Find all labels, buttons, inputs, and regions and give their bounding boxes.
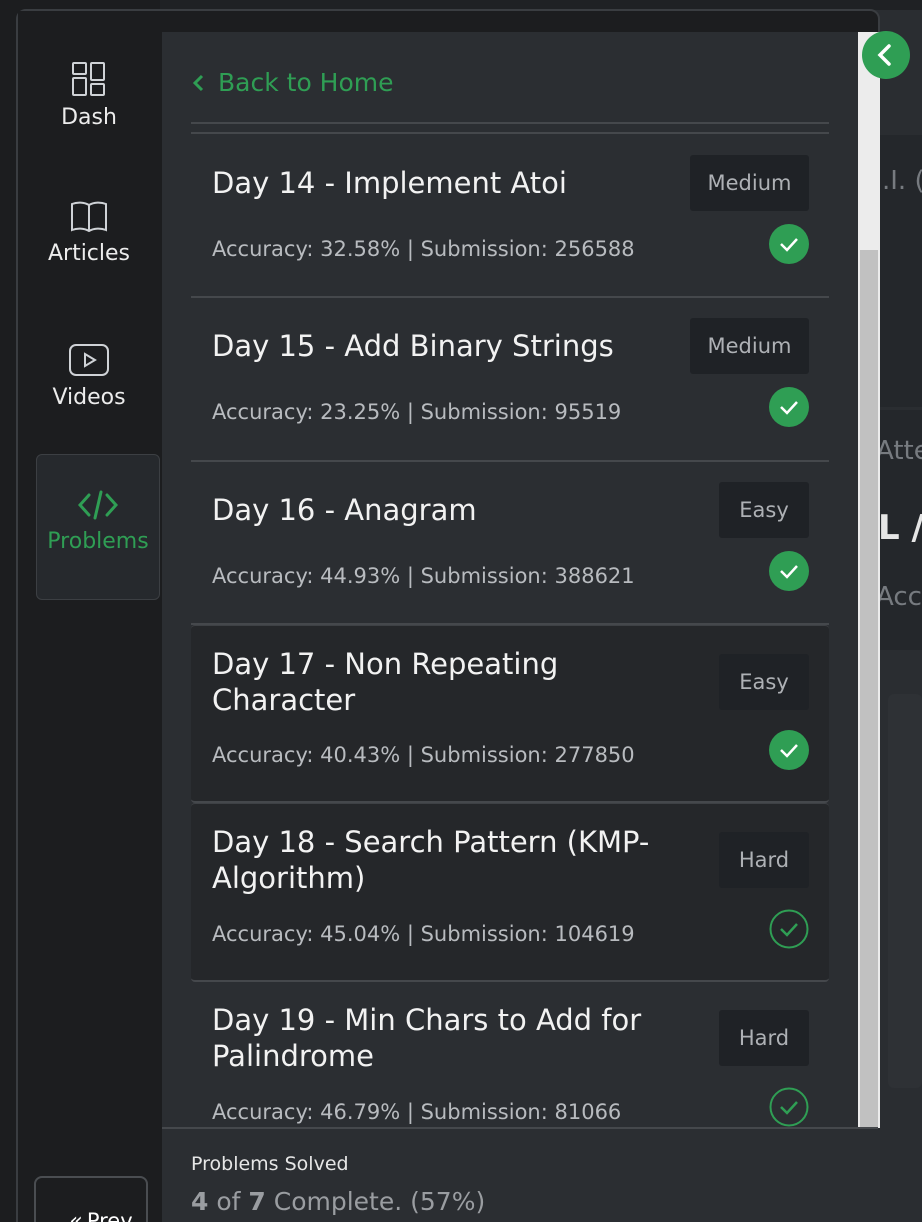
difficulty-badge: Medium (690, 155, 809, 211)
difficulty-badge: Medium (690, 318, 809, 374)
prev-button[interactable]: «Prev (34, 1176, 148, 1222)
collapse-button[interactable] (862, 31, 910, 79)
code-icon (78, 490, 118, 520)
prev-label: Prev (86, 1208, 133, 1222)
background-text: .I. ( (882, 166, 922, 196)
difficulty-badge: Easy (719, 654, 809, 710)
problem-item[interactable]: Day 16 - Anagram Easy Accuracy: 44.93% |… (191, 462, 829, 625)
side-nav: Dash Articles Videos Problems «Prev (18, 11, 160, 1222)
background-text: Accu (876, 582, 922, 612)
check-outline-icon (769, 1087, 809, 1127)
dashboard-icon (72, 62, 105, 96)
progress-count: 4 of 7 Complete. (57%) (191, 1187, 485, 1216)
background-text: Atte (876, 436, 922, 466)
scrollbar-thumb[interactable] (860, 250, 878, 1128)
difficulty-badge: Hard (719, 1010, 809, 1066)
chevron-left-icon (877, 44, 891, 66)
background-text: L / (878, 508, 922, 548)
nav-label: Problems (47, 529, 149, 554)
back-to-home-link[interactable]: Back to Home (192, 68, 394, 97)
nav-label: Articles (47, 241, 131, 266)
check-filled-icon (769, 730, 809, 770)
problem-title: Day 17 - Non Repeating Character (212, 647, 559, 717)
nav-item-problems[interactable]: Problems (36, 454, 160, 600)
progress-footer: Problems Solved 4 of 7 Complete. (57%) (162, 1127, 878, 1222)
check-filled-icon (769, 224, 809, 264)
problem-title: Day 19 - Min Chars to Add for Palindrome (212, 1003, 642, 1073)
progress-label: Problems Solved (191, 1153, 349, 1175)
chevron-left-icon (192, 74, 204, 91)
of-text: of (208, 1187, 249, 1216)
video-icon (69, 344, 109, 376)
problem-meta: Accuracy: 46.79% | Submission: 81066 (212, 1100, 622, 1124)
divider (191, 122, 829, 124)
check-filled-icon (769, 387, 809, 427)
problem-item[interactable]: Day 14 - Implement Atoi Medium Accuracy:… (191, 135, 829, 298)
problem-title: Day 15 - Add Binary Strings (212, 329, 614, 363)
nav-item-dash[interactable]: Dash (18, 61, 160, 130)
problem-title: Day 16 - Anagram (212, 493, 477, 527)
difficulty-badge: Hard (719, 832, 809, 888)
background-card (888, 694, 922, 1088)
problem-title: Day 18 - Search Pattern (KMP-Algorithm) (212, 825, 650, 895)
problem-meta: Accuracy: 32.58% | Submission: 256588 (212, 237, 635, 261)
nav-label: Dash (61, 105, 117, 130)
problem-meta: Accuracy: 23.25% | Submission: 95519 (212, 400, 622, 424)
problem-meta: Accuracy: 45.04% | Submission: 104619 (212, 922, 635, 946)
double-chevron-left-icon: « (69, 1208, 83, 1222)
book-icon (71, 201, 107, 233)
problem-item[interactable]: Day 18 - Search Pattern (KMP-Algorithm) … (191, 803, 829, 982)
divider (191, 132, 829, 134)
check-outline-icon (769, 909, 809, 949)
back-label: Back to Home (218, 68, 394, 97)
problem-title: Day 14 - Implement Atoi (212, 166, 567, 200)
problem-meta: Accuracy: 44.93% | Submission: 388621 (212, 564, 635, 588)
nav-item-articles[interactable]: Articles (18, 199, 160, 266)
solved-count: 4 (191, 1187, 209, 1216)
problems-drawer: Back to Home Day 14 - Implement Atoi Med… (162, 32, 880, 1222)
nav-label: Videos (52, 385, 126, 410)
problem-item[interactable]: Day 17 - Non Repeating Character Easy Ac… (191, 625, 829, 803)
problem-meta: Accuracy: 40.43% | Submission: 277850 (212, 743, 635, 767)
complete-text: Complete. (57%) (265, 1187, 486, 1216)
difficulty-badge: Easy (719, 482, 809, 538)
nav-item-videos[interactable]: Videos (18, 343, 160, 410)
total-count: 7 (248, 1187, 266, 1216)
check-filled-icon (769, 551, 809, 591)
problem-item[interactable]: Day 15 - Add Binary Strings Medium Accur… (191, 298, 829, 462)
